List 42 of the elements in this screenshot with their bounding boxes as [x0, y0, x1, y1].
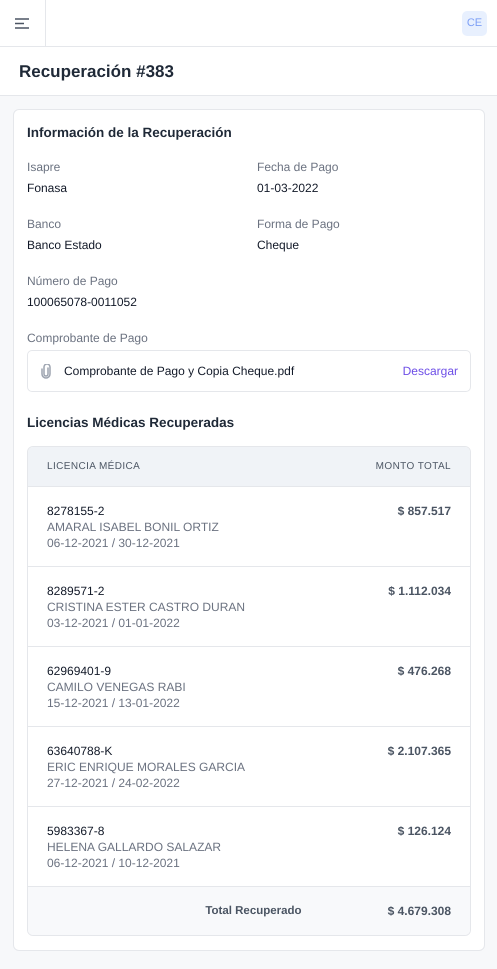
patient-name: AMARAL ISABEL BONIL ORTIZ — [47, 520, 219, 534]
field-value: Banco Estado — [27, 238, 102, 252]
page-title: Recuperación #383 — [19, 62, 174, 82]
patient-name: HELENA GALLARDO SALAZAR — [47, 840, 222, 854]
field-value: 100065078-0011052 — [27, 295, 137, 309]
date-range: 27-12-2021 / 24-02-2022 — [47, 776, 180, 790]
date-range: 06-12-2021 / 10-12-2021 — [47, 856, 180, 870]
total-amount: $ 4.679.308 — [388, 904, 451, 918]
patient-name: CAMILO VENEGAS RABI — [47, 680, 186, 694]
field-value: Fonasa — [27, 181, 68, 195]
amount: $ 2.107.365 — [388, 744, 451, 758]
field-label: Banco — [27, 217, 62, 231]
license-number: 8278155-2 — [47, 504, 104, 518]
license-number: 8289571-2 — [47, 584, 104, 598]
date-range: 06-12-2021 / 30-12-2021 — [47, 536, 180, 550]
menu-icon[interactable] — [15, 18, 30, 28]
license-number: 5983367-8 — [47, 824, 104, 838]
column-header: MONTO TOTAL — [376, 461, 451, 472]
column-header: LICENCIA MÉDICA — [47, 461, 140, 472]
field-label: Número de Pago — [27, 274, 118, 288]
date-range: 15-12-2021 / 13-01-2022 — [47, 696, 180, 710]
file-name: Comprobante de Pago y Copia Cheque.pdf — [64, 364, 296, 378]
section-title: Licencias Médicas Recuperadas — [27, 415, 234, 430]
patient-name: CRISTINA ESTER CASTRO DURAN — [47, 600, 246, 614]
patient-name: ERIC ENRIQUE MORALES GARCIA — [47, 760, 246, 774]
section-title: Información de la Recuperación — [27, 125, 232, 140]
field-label: Isapre — [27, 160, 60, 174]
paperclip-icon — [40, 364, 52, 378]
amount: $ 476.268 — [398, 664, 451, 678]
total-label: Total Recuperado — [205, 905, 302, 917]
download-link[interactable]: Descargar — [402, 364, 458, 378]
field-label: Forma de Pago — [257, 217, 340, 231]
date-range: 03-12-2021 / 01-01-2022 — [47, 616, 180, 630]
field-label: Fecha de Pago — [257, 160, 338, 174]
license-number: 63640788-K — [47, 744, 112, 758]
field-label: Comprobante de Pago — [27, 331, 148, 345]
license-number: 62969401-9 — [47, 664, 112, 678]
amount: $ 1.112.034 — [388, 584, 451, 598]
amount: $ 126.124 — [398, 824, 451, 838]
field-value: 01-03-2022 — [257, 181, 318, 195]
amount: $ 857.517 — [398, 504, 451, 518]
field-value: Cheque — [257, 238, 300, 252]
